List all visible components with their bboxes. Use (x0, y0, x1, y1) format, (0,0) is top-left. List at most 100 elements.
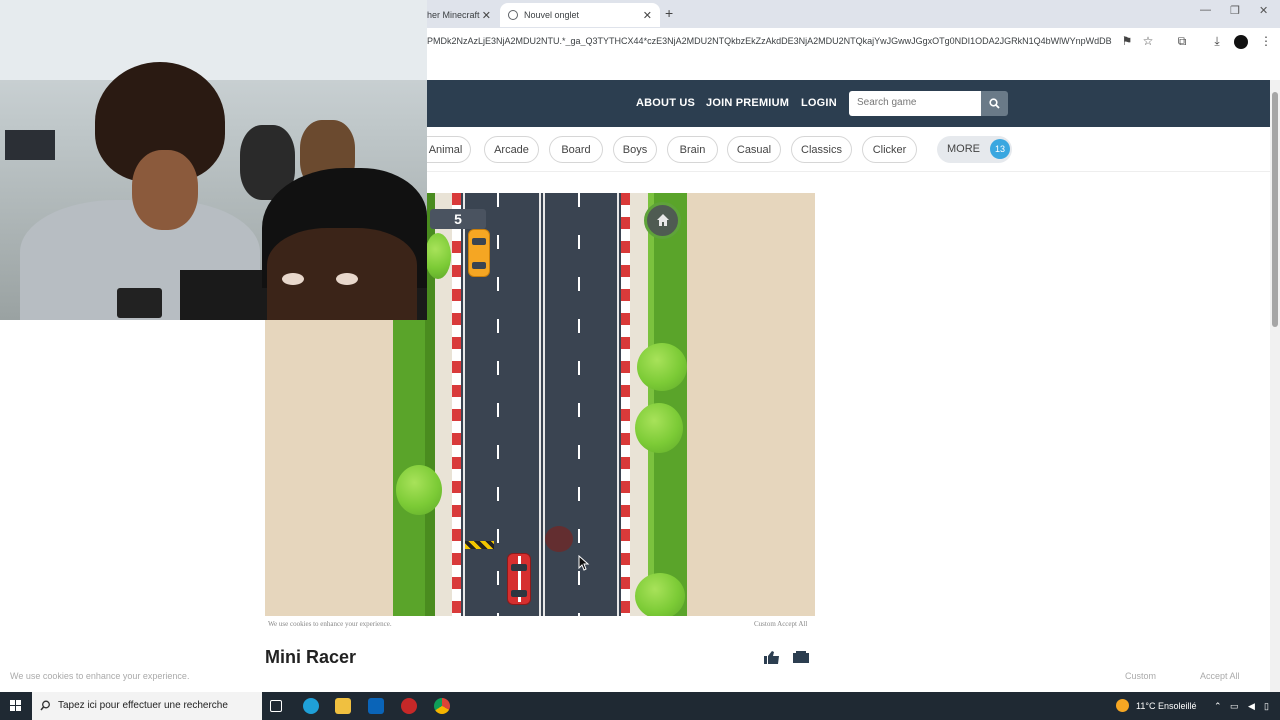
barrier (465, 541, 494, 549)
player-car (507, 553, 531, 605)
nav-about-us[interactable]: ABOUT US (636, 97, 695, 109)
category-label: Boys (622, 143, 648, 156)
site-header: ABOUT US JOIN PREMIUM LOGIN Search game (427, 80, 1270, 127)
notification-icon[interactable]: ▯ (1264, 701, 1269, 712)
thumbs-up-icon[interactable] (763, 650, 781, 664)
category-label: Casual (736, 143, 772, 156)
file-explorer-icon[interactable] (335, 698, 351, 714)
category-label: Classics (801, 143, 842, 156)
bookmark-star-icon[interactable]: ☆ (1140, 34, 1156, 50)
tray-chevron-icon[interactable]: ⌃ (1214, 701, 1222, 712)
volume-icon[interactable]: ◀ (1248, 701, 1255, 712)
car-window (511, 564, 527, 571)
category-label: Clicker (872, 143, 907, 156)
menu-dots-icon[interactable]: ⋮ (1258, 34, 1274, 50)
lane-dashes (578, 193, 580, 616)
chrome-icon[interactable] (434, 698, 450, 714)
minimize-icon[interactable]: — (1200, 4, 1211, 16)
webcam-phone (117, 288, 162, 318)
extensions-icon[interactable]: ⧉ (1174, 34, 1190, 50)
category-arcade[interactable]: Arcade (484, 136, 539, 163)
bush (635, 403, 683, 453)
weather-text[interactable]: 11°C Ensoleillé (1136, 701, 1196, 711)
download-icon[interactable]: ⤓ (1209, 34, 1225, 50)
outlook-icon[interactable] (368, 698, 384, 714)
more-label: MORE (947, 143, 980, 155)
page-title: Mini Racer (265, 647, 357, 667)
road-edge-line (617, 193, 619, 616)
nav-join-premium[interactable]: JOIN PREMIUM (706, 97, 789, 109)
webcam-person-eye (282, 273, 304, 285)
game-cookie-actions[interactable]: Custom Accept All (754, 620, 807, 628)
score-display: 5 (430, 209, 486, 229)
taxi-car (468, 229, 490, 277)
category-boys[interactable]: Boys (613, 136, 657, 163)
webcam-person-eye (336, 273, 358, 285)
close-tab-icon[interactable]: ✕ (643, 9, 652, 22)
category-label: Arcade (494, 143, 529, 156)
close-window-icon[interactable]: ✕ (1259, 4, 1268, 17)
category-brain[interactable]: Brain (667, 136, 718, 163)
close-tab-icon[interactable]: ✕ (482, 9, 491, 22)
search-button[interactable] (981, 91, 1008, 116)
car-window (472, 262, 486, 269)
category-classics[interactable]: Classics (791, 136, 852, 163)
tab-label: her Minecraft (427, 10, 480, 20)
cookie-custom-button[interactable]: Custom (1125, 671, 1156, 681)
cookie-bar-text: We use cookies to enhance your experienc… (10, 671, 190, 681)
weather-sun-icon (1116, 699, 1129, 712)
home-button[interactable] (644, 202, 681, 239)
scrollbar-thumb[interactable] (1272, 92, 1278, 327)
category-label: Brain (679, 143, 706, 156)
network-icon[interactable]: ▭ (1230, 701, 1239, 712)
cookie-accept-button[interactable]: Accept All (1200, 671, 1240, 681)
oil-slick (545, 526, 573, 552)
mouse-cursor-icon (578, 555, 590, 571)
search-icon (989, 98, 1000, 109)
webcam-ceiling (0, 0, 427, 80)
new-tab-icon[interactable]: + (665, 5, 673, 21)
taskbar-search-text: Tapez ici pour effectuer une recherche (58, 700, 228, 711)
globe-icon (508, 10, 518, 20)
more-count-badge: 13 (990, 139, 1010, 159)
category-casual[interactable]: Casual (727, 136, 781, 163)
car-window (472, 238, 486, 245)
bush (637, 343, 687, 391)
category-label: Animal (428, 143, 463, 156)
webcam-overlay (0, 0, 427, 320)
task-view-icon[interactable] (270, 700, 282, 712)
bush (396, 465, 442, 515)
app-icon[interactable] (401, 698, 417, 714)
road-edge-line (463, 193, 465, 616)
curb-left (452, 193, 461, 616)
category-board[interactable]: Board (549, 136, 603, 163)
search-input[interactable]: Search game (849, 91, 981, 116)
webcam-person-face (132, 150, 198, 230)
url-field[interactable]: PMDk2NzAzLjE3NjA2MDU2NTU.*_ga_Q3TYTHCX44… (427, 36, 1112, 46)
tab-minecraft[interactable]: her Minecraft ✕ (427, 3, 499, 27)
category-label: Board (561, 143, 591, 156)
lane-dashes (497, 193, 499, 616)
edge-icon[interactable] (303, 698, 319, 714)
search-icon (40, 700, 50, 711)
tab-label: Nouvel onglet (524, 10, 580, 20)
category-clicker[interactable]: Clicker (862, 136, 917, 163)
nav-login[interactable]: LOGIN (801, 97, 837, 109)
more-categories-button[interactable]: MORE 13 (937, 136, 1012, 163)
curb-right (621, 193, 630, 616)
category-animal[interactable]: Animal (421, 136, 471, 163)
shoulder-right (630, 193, 648, 616)
profile-avatar[interactable] (1234, 35, 1248, 49)
windows-start-icon[interactable] (10, 700, 22, 712)
windows-taskbar: Tapez ici pour effectuer une recherche 1… (0, 692, 1280, 720)
category-bar: Animal Arcade Board Boys Brain Casual Cl… (421, 130, 1270, 172)
bush (635, 573, 685, 616)
screen: her Minecraft ✕ Nouvel onglet ✕ + — ❐ ✕ … (0, 0, 1280, 720)
bush (425, 233, 451, 279)
webcam-background-monitor (5, 130, 55, 160)
translate-icon[interactable]: ⚑ (1119, 34, 1135, 50)
tab-new-tab[interactable]: Nouvel onglet ✕ (500, 3, 660, 27)
maximize-icon[interactable]: ❐ (1230, 4, 1240, 17)
taskbar-search-input[interactable]: Tapez ici pour effectuer une recherche (32, 692, 262, 720)
fullscreen-icon[interactable] (792, 650, 810, 664)
